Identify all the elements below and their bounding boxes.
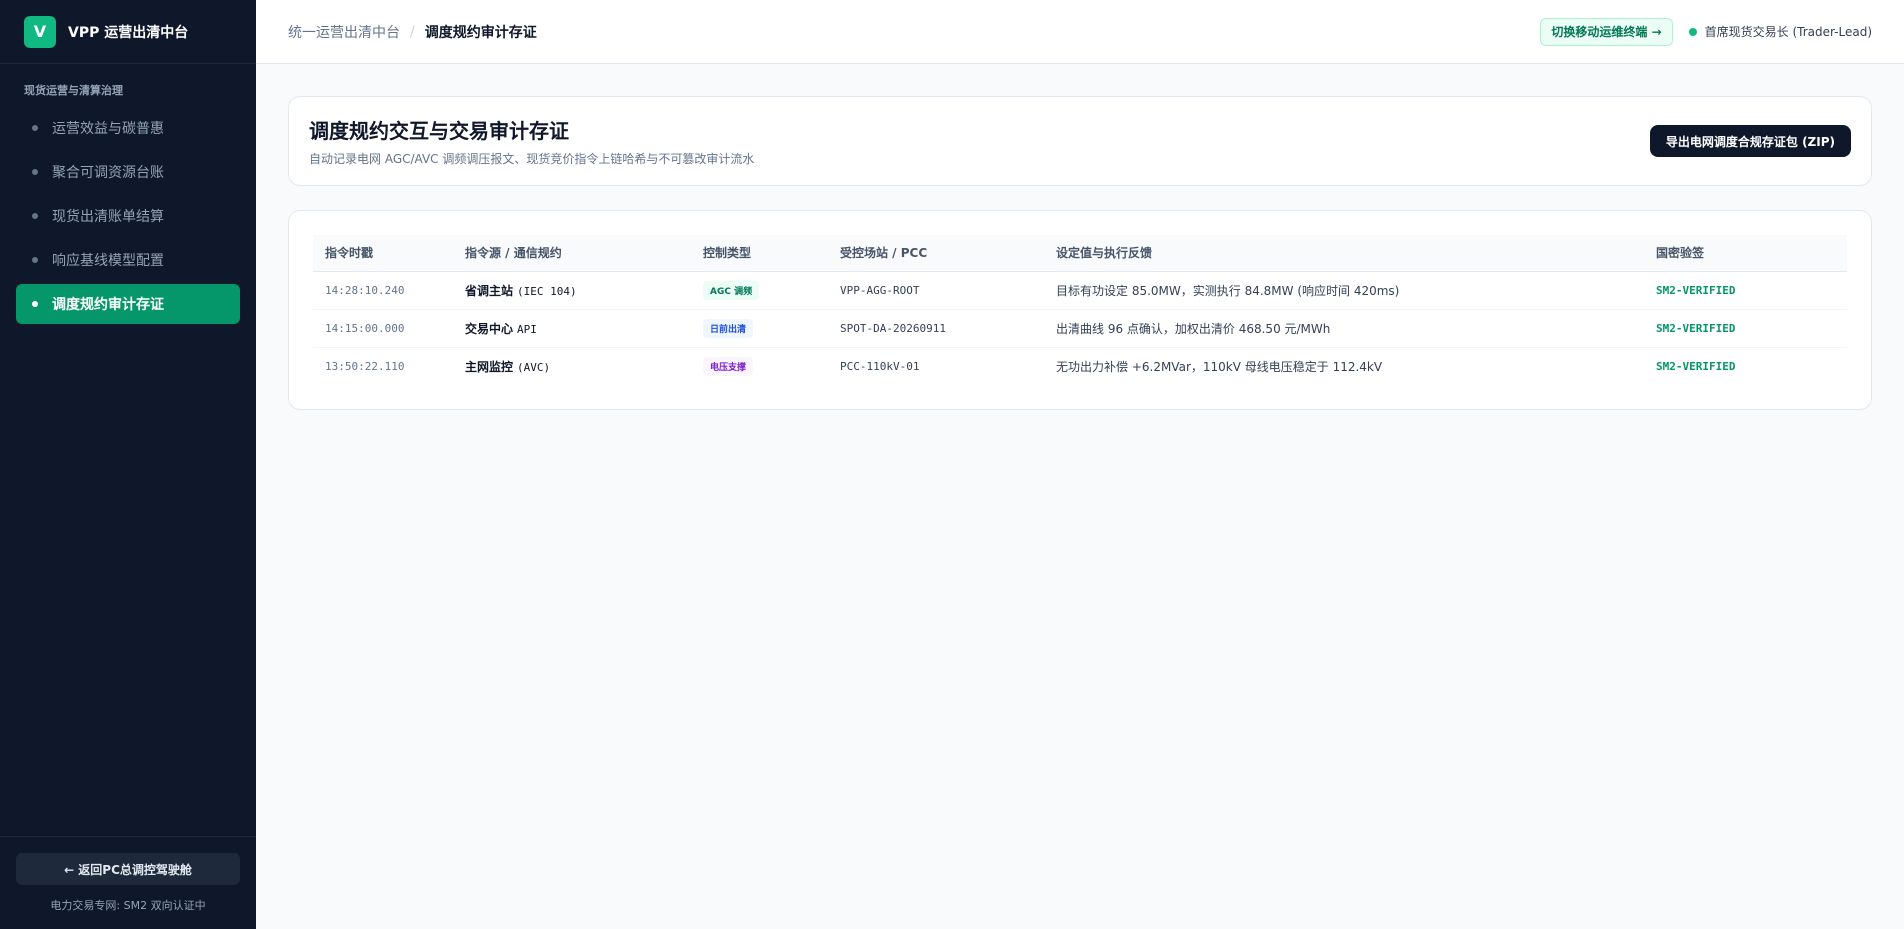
page-header-text: 调度规约交互与交易审计存证 自动记录电网 AGC/AVC 调频调压报文、现货竞价… <box>309 115 754 167</box>
page-header-card: 调度规约交互与交易审计存证 自动记录电网 AGC/AVC 调频调压报文、现货竞价… <box>288 96 1872 186</box>
brand-name: VPP 运营出清中台 <box>68 24 189 41</box>
main-area: 统一运营出清中台 / 调度规约审计存证 切换移动运维终端 → 首席现货交易长 (… <box>256 0 1904 929</box>
command-source-cell: 省调主站 (IEC 104) <box>453 271 691 310</box>
sidebar-nav: 运营效益与碳普惠 聚合可调资源台账 现货出清账单结算 响应基线模型配置 调度规约… <box>0 108 256 328</box>
protocol: (AVC) <box>517 360 551 374</box>
audit-table: 指令时戳 指令源 / 通信规约 控制类型 受控场站 / PCC 设定值与执行反馈… <box>313 235 1847 385</box>
sidebar-item-resource-ledger[interactable]: 聚合可调资源台账 <box>16 152 240 192</box>
command-time: 13:50:22.110 <box>325 359 405 373</box>
column-header: 国密验签 <box>1644 235 1847 272</box>
audit-table-card: 指令时戳 指令源 / 通信规约 控制类型 受控场站 / PCC 设定值与执行反馈… <box>288 210 1872 410</box>
command-time: 14:15:00.000 <box>313 309 453 348</box>
column-header: 指令时戳 <box>313 235 453 272</box>
sidebar-item-label: 调度规约审计存证 <box>52 297 164 313</box>
table-row[interactable]: 13:50:22.110 主网监控 (AVC) 电压支撑 PCC-110kV-01… <box>313 347 1847 385</box>
breadcrumb: 统一运营出清中台 / 调度规约审计存证 <box>288 22 537 42</box>
bullet-icon <box>32 125 38 131</box>
signature-status: SM2-VERIFIED <box>1656 359 1736 373</box>
brand: V VPP 运营出清中台 <box>0 0 256 64</box>
sidebar-item-baseline-config[interactable]: 响应基线模型配置 <box>16 240 240 280</box>
signature-status: SM2-VERIFIED <box>1644 271 1847 310</box>
content: 调度规约交互与交易审计存证 自动记录电网 AGC/AVC 调频调压报文、现货竞价… <box>256 64 1904 442</box>
control-type-badge: AGC 调频 <box>703 280 760 300</box>
bullet-icon <box>32 301 38 307</box>
station-id: VPP-AGG-ROOT <box>828 271 1044 310</box>
column-header: 控制类型 <box>691 235 828 272</box>
control-type-cell: AGC 调频 <box>691 271 828 310</box>
export-compliance-package-button[interactable]: 导出电网调度合规存证包 (ZIP) <box>1649 125 1851 157</box>
breadcrumb-current: 调度规约审计存证 <box>424 24 537 41</box>
breadcrumb-separator: / <box>410 23 415 40</box>
sidebar-item-label: 运营效益与碳普惠 <box>52 121 164 137</box>
command-source: 主网监控 <box>465 359 514 374</box>
table-header-row: 指令时戳 指令源 / 通信规约 控制类型 受控场站 / PCC 设定值与执行反馈… <box>313 235 1847 272</box>
brand-logo-icon: V <box>24 15 56 48</box>
sidebar-item-label: 响应基线模型配置 <box>52 253 164 269</box>
protocol: (IEC 104) <box>517 284 577 298</box>
control-type-badge: 电压支撑 <box>703 356 754 376</box>
topbar-right: 切换移动运维终端 → 首席现货交易长 (Trader-Lead) <box>1540 17 1872 46</box>
control-type-cell: 日前出清 <box>691 309 828 348</box>
bullet-icon <box>32 257 38 263</box>
signature-status: SM2-VERIFIED <box>1644 309 1847 348</box>
control-type-badge: 日前出清 <box>703 318 754 338</box>
sidebar-item-label: 聚合可调资源台账 <box>52 165 164 181</box>
sidebar-item-dispatch-audit[interactable]: 调度规约审计存证 <box>16 284 240 324</box>
nav-section-title: 现货运营与清算治理 <box>24 84 123 97</box>
column-header: 设定值与执行反馈 <box>1044 235 1644 272</box>
page-subtitle: 自动记录电网 AGC/AVC 调频调压报文、现货竞价指令上链哈希与不可篡改审计流… <box>309 152 755 166</box>
back-to-cockpit-button[interactable]: ← 返回PC总调控驾驶舱 <box>16 853 240 885</box>
sidebar-footer: ← 返回PC总调控驾驶舱 电力交易专网: SM2 双向认证中 <box>0 836 256 929</box>
page-title: 调度规约交互与交易审计存证 <box>309 119 569 143</box>
sidebar-item-operations-benefit[interactable]: 运营效益与碳普惠 <box>16 108 240 148</box>
command-time: 14:28:10.240 <box>313 271 453 310</box>
switch-mobile-terminal-button[interactable]: 切换移动运维终端 → <box>1540 17 1673 46</box>
sidebar: V VPP 运营出清中台 现货运营与清算治理 运营效益与碳普惠 聚合可调资源台账… <box>0 0 256 929</box>
sidebar-item-spot-settlement[interactable]: 现货出清账单结算 <box>16 196 240 236</box>
execution-feedback: 无功出力补偿 +6.2MVar，110kV 母线电压稳定于 112.4kV <box>1056 359 1383 374</box>
table-row[interactable]: 14:15:00.000 交易中心 API 日前出清 SPOT-DA-202609… <box>313 309 1847 348</box>
command-source-cell: 交易中心 API <box>453 309 691 348</box>
bullet-icon <box>32 213 38 219</box>
station-id: SPOT-DA-20260911 <box>828 309 1044 348</box>
control-type-cell: 电压支撑 <box>691 347 828 385</box>
sidebar-item-label: 现货出清账单结算 <box>52 209 164 225</box>
topbar: 统一运营出清中台 / 调度规约审计存证 切换移动运维终端 → 首席现货交易长 (… <box>256 0 1904 64</box>
command-source-cell: 主网监控 (AVC) <box>453 347 691 385</box>
execution-feedback: 目标有功设定 85.0MW，实测执行 84.8MW (响应时间 420ms) <box>1044 271 1644 310</box>
app-root: V VPP 运营出清中台 现货运营与清算治理 运营效益与碳普惠 聚合可调资源台账… <box>0 0 1904 929</box>
table-row[interactable]: 14:28:10.240 省调主站 (IEC 104) AGC 调频 VPP-AG… <box>313 271 1847 310</box>
command-source: 交易中心 <box>465 321 514 336</box>
column-header: 受控场站 / PCC <box>828 235 1044 272</box>
protocol: API <box>517 322 537 336</box>
user-label: 首席现货交易长 (Trader-Lead) <box>1704 25 1872 39</box>
command-source: 省调主站 <box>465 283 514 298</box>
column-header: 指令源 / 通信规约 <box>453 235 691 272</box>
execution-feedback: 出清曲线 96 点确认，加权出清价 468.50 元/MWh <box>1044 309 1644 348</box>
breadcrumb-parent[interactable]: 统一运营出清中台 <box>288 22 400 42</box>
network-status-note: 电力交易专网: SM2 双向认证中 <box>50 899 206 912</box>
bullet-icon <box>32 169 38 175</box>
user-info[interactable]: 首席现货交易长 (Trader-Lead) <box>1688 23 1872 40</box>
station-id: PCC-110kV-01 <box>840 359 920 373</box>
online-status-icon <box>1688 27 1697 36</box>
